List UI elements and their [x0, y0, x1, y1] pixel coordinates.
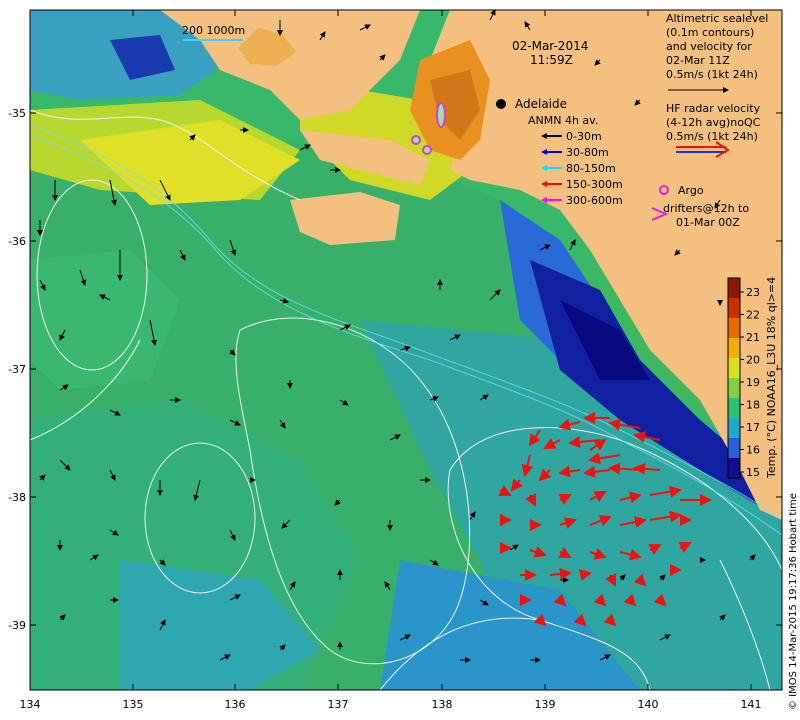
colorbar-segment: [728, 318, 740, 339]
lon-tick-label: 139: [535, 698, 556, 711]
colorbar-segment: [728, 418, 740, 439]
colorbar-tick-label: 23: [746, 286, 760, 299]
anmn-legend-title: ANMN 4h av.: [528, 114, 598, 127]
legend-hf-line-3: 0.5m/s (1kt 24h): [666, 130, 758, 143]
anmn-legend-label: 300-600m: [566, 194, 623, 207]
argo-legend-line-2: drifters@12h to: [663, 202, 749, 215]
colorbar-segment: [728, 298, 740, 319]
colorbar-segment: [728, 338, 740, 359]
side-caption: © IMOS 14-Mar-2015 19:17:36 Hobart time: [788, 493, 799, 710]
lat-tick-label: -38: [8, 491, 26, 504]
colorbar-tick-label: 21: [746, 331, 760, 344]
colorbar-segment: [728, 398, 740, 419]
colorbar-tick-label: 22: [746, 309, 760, 322]
colorbar-tick-label: 20: [746, 354, 760, 367]
legend-sealevel-line-1: Altimetric sealevel: [666, 12, 768, 25]
legend-sealevel-line-2: (0.1m contours): [666, 26, 754, 39]
colorbar-segment: [728, 378, 740, 399]
colorbar-tick-label: 18: [746, 399, 760, 412]
anmn-legend-label: 30-80m: [566, 146, 609, 159]
argo-legend-line-1: Argo: [678, 184, 704, 197]
map-date: 02-Mar-2014: [512, 39, 588, 53]
colorbar-tick-label: 17: [746, 421, 760, 434]
legend-hf-line-1: HF radar velocity: [666, 102, 761, 115]
colorbar-segment: [728, 278, 740, 299]
sst-map: Adelaide 200 1000m 02-Mar-2014 11:59Z Al…: [8, 9, 799, 711]
lat-tick-label: -36: [8, 235, 26, 248]
lon-tick-label: 136: [225, 698, 246, 711]
lat-tick-label: -39: [8, 619, 26, 632]
colorbar-title: Temp. (°C) NOAA16_L3U 18% ql>=4: [765, 277, 778, 479]
colorbar-segment: [728, 358, 740, 379]
scale-label: 200 1000m: [182, 24, 245, 37]
map-time: 11:59Z: [530, 53, 573, 67]
lon-tick-label: 137: [328, 698, 349, 711]
colorbar-segment: [728, 458, 740, 479]
lon-tick-label: 140: [638, 698, 659, 711]
colorbar-tick-label: 15: [746, 466, 760, 479]
anmn-legend-label: 80-150m: [566, 162, 616, 175]
argo-legend-line-3: 01-Mar 00Z: [676, 216, 740, 229]
lon-tick-label: 138: [432, 698, 453, 711]
legend-sealevel-line-3: and velocity for: [666, 40, 752, 53]
colorbar-segment: [728, 438, 740, 459]
lon-tick-label: 134: [20, 698, 41, 711]
colorbar-tick-label: 19: [746, 376, 760, 389]
adelaide-label: Adelaide: [515, 97, 567, 111]
anmn-legend-label: 150-300m: [566, 178, 623, 191]
lat-tick-label: -37: [8, 363, 26, 376]
legend-sealevel-line-4: 02-Mar 11Z: [666, 54, 730, 67]
adelaide-marker: [496, 99, 506, 109]
lon-tick-label: 141: [741, 698, 762, 711]
legend-sealevel-line-5: 0.5m/s (1kt 24h): [666, 68, 758, 81]
lon-tick-label: 135: [123, 698, 144, 711]
colorbar-tick-label: 16: [746, 444, 760, 457]
legend-hf-line-2: (4-12h avg)noQC: [666, 116, 761, 129]
anmn-legend-label: 0-30m: [566, 130, 602, 143]
lat-tick-label: -35: [8, 107, 26, 120]
